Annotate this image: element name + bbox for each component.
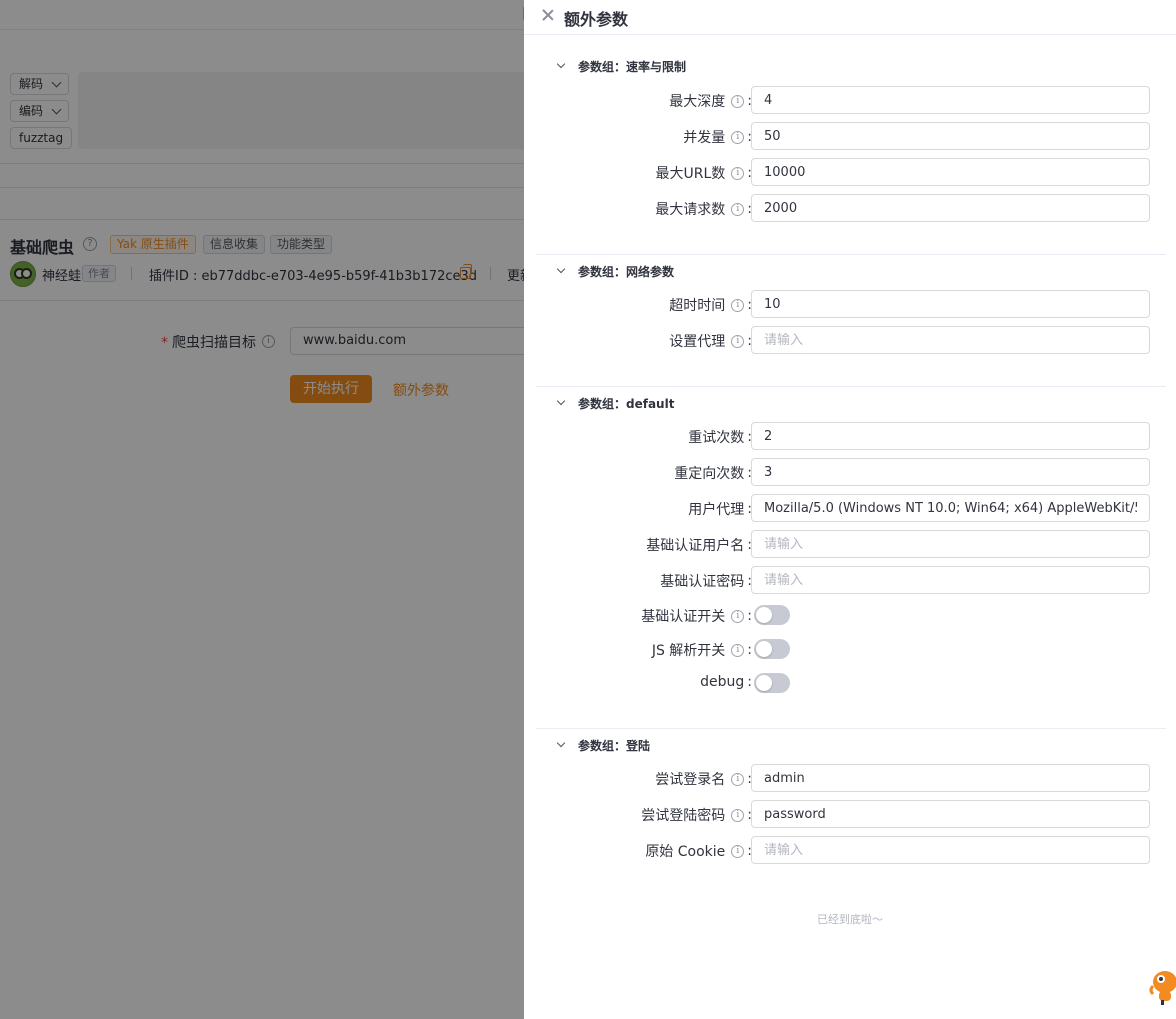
info-icon: i [731,772,745,786]
field-raw-cookie: 原始 Cookie i: [536,835,1166,865]
info-icon: i [731,334,745,348]
divider [536,254,1166,255]
raw-cookie-input[interactable] [751,836,1150,864]
chevron-down-icon [556,59,566,69]
group-title: 参数组：登陆 [578,738,651,753]
group-header[interactable]: 参数组：default [536,395,674,411]
drawer-header: 额外参数 [524,0,1176,35]
debug-toggle[interactable] [754,673,790,693]
field-proxy: 设置代理 i: [536,325,1166,355]
info-icon: i [731,94,745,108]
timeout-input[interactable] [751,290,1150,318]
info-icon: i [731,609,745,623]
basic-auth-password-input[interactable] [751,566,1150,594]
basic-auth-user-input[interactable] [751,530,1150,558]
basic-auth-toggle[interactable] [754,605,790,625]
info-icon: i [731,166,745,180]
field-debug-switch: debug: [536,668,1166,698]
field-label: 最大深度 [669,94,726,110]
info-icon: i [731,298,745,312]
chevron-down-icon [556,738,566,748]
max-requests-input[interactable] [751,194,1150,222]
concurrency-input[interactable] [751,122,1150,150]
field-label: 原始 Cookie [645,844,726,860]
field-label: 尝试登录名 [655,772,726,788]
field-basic-auth-user: 基础认证用户名: [536,529,1166,559]
field-concurrency: 并发量 i: [536,121,1166,151]
info-icon: i [731,202,745,216]
group-title: 参数组：速率与限制 [578,59,687,74]
field-label: 并发量 [683,130,726,146]
info-icon: i [731,808,745,822]
field-basic-auth-switch: 基础认证开关 i: [536,600,1166,630]
divider [536,386,1166,387]
extra-params-drawer: 额外参数 参数组：速率与限制 最大深度i: 并发量i: 最大URL数i: 最大请… [524,0,1176,1019]
field-label: JS 解析开关 [651,643,726,659]
field-redirect: 重定向次数: [536,457,1166,487]
field-label: 基础认证用户名 [646,538,745,554]
info-icon: i [731,844,745,858]
field-timeout: 超时时间 i: [536,289,1166,319]
group-header[interactable]: 参数组：网络参数 [536,263,674,279]
divider [536,728,1166,729]
group-title: 参数组：default [578,396,675,411]
chevron-down-icon [556,264,566,274]
field-label: 最大URL数 [655,166,726,182]
mascot-icon [1149,971,1176,1005]
field-label: 基础认证密码 [660,574,745,590]
group-header[interactable]: 参数组：速率与限制 [536,58,686,74]
field-label: 用户代理 [688,502,745,518]
redirect-input[interactable] [751,458,1150,486]
field-label: debug [700,674,745,690]
field-max-url: 最大URL数 i: [536,157,1166,187]
max-url-input[interactable] [751,158,1150,186]
field-label: 设置代理 [669,334,726,350]
field-label: 尝试登陆密码 [641,808,726,824]
field-label: 基础认证开关 [641,609,726,625]
user-agent-input[interactable] [751,494,1150,522]
field-js-parse-switch: JS 解析开关 i: [536,634,1166,664]
field-label: 重定向次数 [674,466,745,482]
retry-input[interactable] [751,422,1150,450]
drawer-title: 额外参数 [564,10,629,29]
field-label: 重试次数 [688,430,745,446]
field-user-agent: 用户代理: [536,493,1166,523]
proxy-input[interactable] [751,326,1150,354]
field-login-password: 尝试登陆密码 i: [536,799,1166,829]
max-depth-input[interactable] [751,86,1150,114]
group-header[interactable]: 参数组：登陆 [536,737,650,753]
group-title: 参数组：网络参数 [578,264,675,279]
info-icon: i [731,130,745,144]
field-label: 最大请求数 [655,202,726,218]
field-login-name: 尝试登录名 i: [536,763,1166,793]
field-max-depth: 最大深度 i: [536,85,1166,115]
login-password-input[interactable] [751,800,1150,828]
field-label: 超时时间 [669,298,726,314]
field-retry: 重试次数: [536,421,1166,451]
info-icon: i [731,643,745,657]
end-of-list-note: 已经到底啦～ [817,913,883,926]
login-name-input[interactable] [751,764,1150,792]
field-max-requests: 最大请求数 i: [536,193,1166,223]
field-basic-auth-password: 基础认证密码: [536,565,1166,595]
js-parse-toggle[interactable] [754,639,790,659]
chevron-down-icon [556,396,566,406]
close-icon[interactable] [542,9,554,21]
